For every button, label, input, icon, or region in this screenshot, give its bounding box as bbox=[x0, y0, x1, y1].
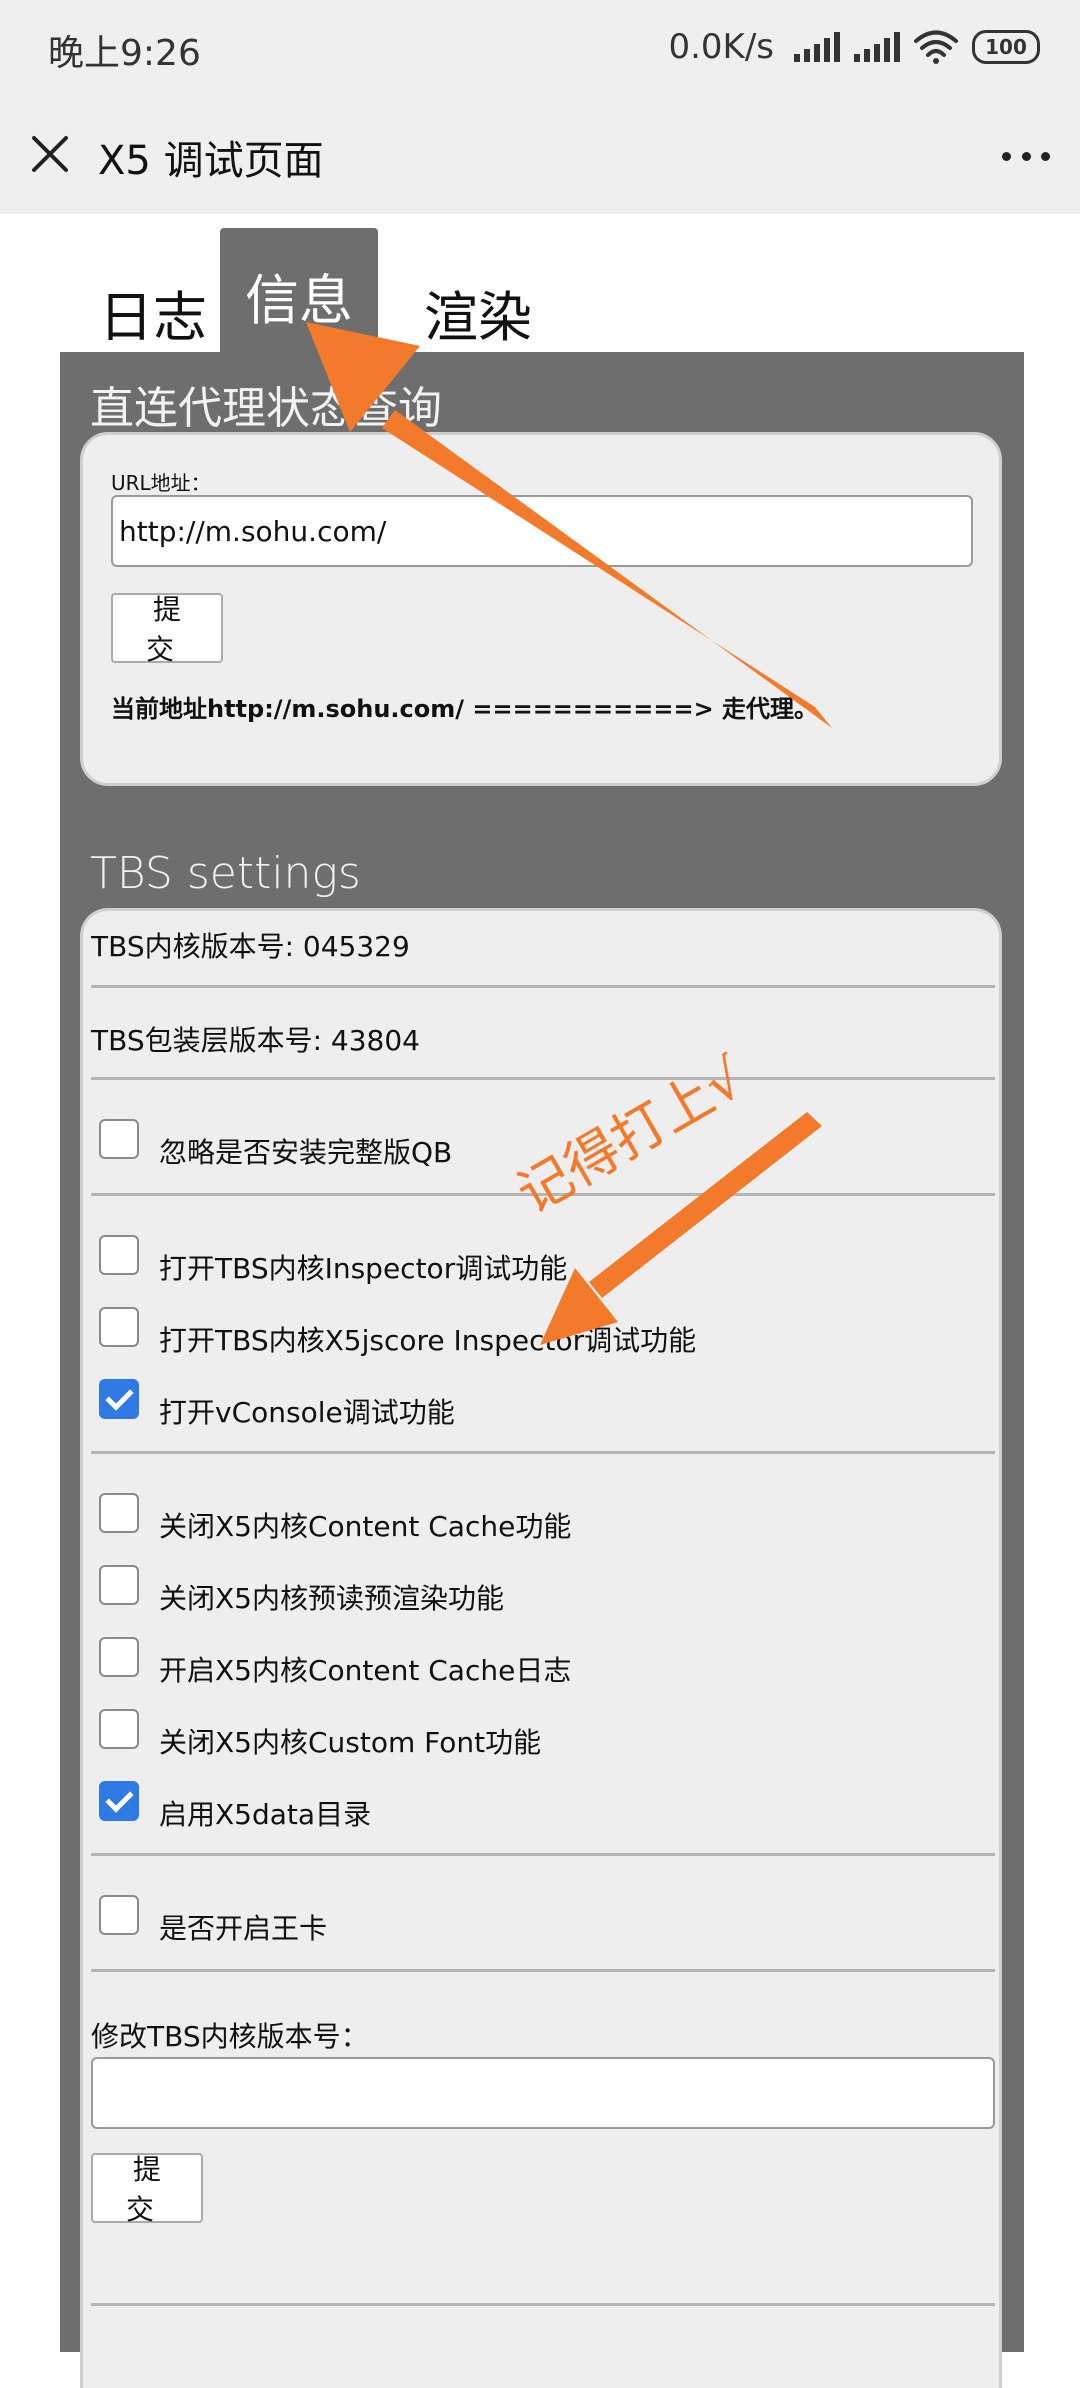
checkbox-row-ignore-qb[interactable]: 忽略是否安装完整版QB bbox=[99, 1119, 452, 1169]
checkbox-row-vconsole[interactable]: 打开vConsole调试功能 bbox=[99, 1379, 455, 1429]
tbs-settings-card: TBS内核版本号: 045329 TBS包装层版本号: 43804 忽略是否安装… bbox=[80, 908, 1002, 2388]
checkbox-row-cache-log[interactable]: 开启X5内核Content Cache日志 bbox=[99, 1637, 571, 1687]
divider bbox=[91, 1077, 995, 1080]
status-bar: 晚上9:26 0.0K/s 100 bbox=[0, 0, 1080, 100]
url-label: URL地址： bbox=[111, 471, 211, 495]
battery-level: 100 bbox=[985, 35, 1027, 59]
checkbox-row-prerender[interactable]: 关闭X5内核预读预渲染功能 bbox=[99, 1565, 504, 1615]
checkbox-row-inspector[interactable]: 打开TBS内核Inspector调试功能 bbox=[99, 1235, 567, 1285]
checkbox[interactable] bbox=[99, 1895, 139, 1935]
checkbox-label: 打开TBS内核Inspector调试功能 bbox=[159, 1252, 568, 1285]
divider bbox=[91, 1969, 995, 1972]
checkbox-label: 启用X5data目录 bbox=[159, 1798, 372, 1831]
checkbox-row-content-cache[interactable]: 关闭X5内核Content Cache功能 bbox=[99, 1493, 571, 1543]
proxy-section-title: 直连代理状态查询 bbox=[90, 383, 442, 434]
kernel-submit-button[interactable]: 提交 bbox=[91, 2153, 203, 2226]
wifi-icon bbox=[914, 30, 958, 64]
checkbox[interactable] bbox=[99, 1307, 139, 1347]
title-bar: X5 调试页面 bbox=[0, 100, 1080, 214]
checkbox-checked[interactable] bbox=[99, 1379, 139, 1419]
page-title: X5 调试页面 bbox=[98, 138, 324, 184]
checkbox[interactable] bbox=[99, 1565, 139, 1605]
divider bbox=[91, 1853, 995, 1856]
tab-info[interactable]: 信息 bbox=[220, 228, 378, 352]
tbs-section-title: TBS settings bbox=[90, 848, 361, 899]
checkbox[interactable] bbox=[99, 1637, 139, 1677]
modify-kernel-label: 修改TBS内核版本号： bbox=[91, 2020, 369, 2053]
status-indicators: 0.0K/s 100 bbox=[668, 22, 1040, 72]
checkbox-checked[interactable] bbox=[99, 1781, 139, 1821]
url-input[interactable] bbox=[111, 495, 973, 567]
checkbox-label: 关闭X5内核Custom Font功能 bbox=[159, 1726, 542, 1759]
checkbox-row-jscore-inspector[interactable]: 打开TBS内核X5jscore Inspector调试功能 bbox=[99, 1307, 696, 1357]
more-options-icon[interactable] bbox=[1002, 148, 1050, 164]
status-time: 晚上9:26 bbox=[48, 33, 201, 74]
signal-icon bbox=[854, 32, 900, 62]
checkbox-label: 忽略是否安装完整版QB bbox=[159, 1136, 453, 1169]
checkbox[interactable] bbox=[99, 1235, 139, 1275]
checkbox-row-wangka[interactable]: 是否开启王卡 bbox=[99, 1895, 327, 1945]
shell-version-text: TBS包装层版本号: 43804 bbox=[91, 1024, 421, 1057]
checkbox[interactable] bbox=[99, 1709, 139, 1749]
checkbox-label: 开启X5内核Content Cache日志 bbox=[159, 1654, 572, 1687]
divider bbox=[91, 2303, 995, 2306]
divider bbox=[91, 1451, 995, 1454]
proxy-status-text: 当前地址http://m.sohu.com/ ===========> 走代理。 bbox=[111, 695, 819, 723]
checkbox-label: 是否开启王卡 bbox=[159, 1912, 328, 1945]
info-panel: 直连代理状态查询 URL地址： 提交 当前地址http://m.sohu.com… bbox=[60, 352, 1024, 2388]
kernel-version-input[interactable] bbox=[91, 2057, 995, 2129]
checkbox-label: 关闭X5内核预读预渲染功能 bbox=[159, 1582, 504, 1615]
checkbox-label: 关闭X5内核Content Cache功能 bbox=[159, 1510, 572, 1543]
checkbox[interactable] bbox=[99, 1493, 139, 1533]
close-icon[interactable] bbox=[26, 130, 74, 178]
checkbox-row-x5data[interactable]: 启用X5data目录 bbox=[99, 1781, 371, 1831]
checkbox[interactable] bbox=[99, 1119, 139, 1159]
checkbox-label: 打开TBS内核X5jscore Inspector调试功能 bbox=[159, 1324, 697, 1357]
proxy-submit-button[interactable]: 提交 bbox=[111, 593, 223, 666]
checkbox-label: 打开vConsole调试功能 bbox=[159, 1396, 455, 1429]
proxy-card: URL地址： 提交 当前地址http://m.sohu.com/ =======… bbox=[80, 432, 1002, 786]
signal-icon bbox=[794, 32, 840, 62]
kernel-version-text: TBS内核版本号: 045329 bbox=[91, 930, 410, 963]
battery-icon: 100 bbox=[972, 30, 1040, 64]
divider bbox=[91, 985, 995, 988]
checkbox-row-custom-font[interactable]: 关闭X5内核Custom Font功能 bbox=[99, 1709, 541, 1759]
network-speed: 0.0K/s bbox=[668, 27, 774, 67]
